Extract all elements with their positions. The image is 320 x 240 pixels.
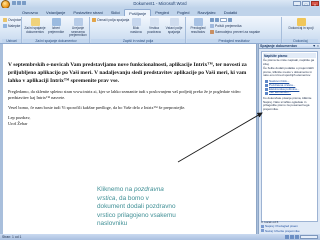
more-items-link[interactable]: Več elementov... (265, 91, 316, 95)
tab-razvijalec[interactable]: Razvijalec (193, 9, 219, 16)
record-number-input[interactable] (220, 18, 227, 22)
highlight-fields-button[interactable]: Označi polja spajanja (92, 18, 129, 22)
labels-button[interactable]: Nalepke (3, 24, 20, 28)
tab-pregled[interactable]: Pregled (151, 9, 173, 16)
greeting-line-button[interactable]: Vrstica pozdrava (145, 18, 163, 34)
group-write-insert: Označi polja spajanja Blok naslova Vrsti… (91, 17, 186, 43)
web-layout-icon[interactable] (295, 235, 299, 239)
greeting-line-icon (149, 18, 159, 26)
envelopes-button[interactable]: Ovojnice (3, 18, 21, 22)
document-workspace: V septembrskih e-novicah Vam predstavlja… (0, 44, 258, 240)
group-finish: Dokončaj in spoji Dokončaj (283, 17, 318, 43)
intro-paragraph[interactable]: V septembrskih e-novicah Vam predstavlja… (8, 62, 254, 85)
nav-record-controls[interactable] (210, 18, 232, 22)
preview-results-button[interactable]: Predogled rezultatov (188, 18, 208, 34)
tab-vstavljanje[interactable]: Vstavljanje (42, 9, 69, 16)
previous-record-icon[interactable] (215, 18, 219, 22)
edit-list-icon (73, 18, 83, 26)
minimize-button[interactable]: – (293, 0, 301, 6)
auto-check-errors-button[interactable]: Samodejno preveri za napake (210, 30, 260, 34)
group-label: Začni spajanje dokumentov (23, 38, 89, 43)
first-record-icon[interactable] (210, 18, 214, 22)
document-body[interactable]: V septembrskih e-novicah Vam predstavlja… (8, 62, 254, 127)
feedback-paragraph[interactable]: Vesel bomo, če nam boste tudi Vi sporoči… (8, 105, 254, 111)
view-controls (285, 235, 318, 239)
insert-merge-field-button[interactable]: Vstavi polje spajanja (163, 18, 185, 34)
document-icon (30, 18, 40, 26)
window-controls: – □ × (293, 0, 319, 6)
envelope-icon (3, 18, 7, 22)
zoom-slider[interactable] (300, 235, 318, 239)
mail-merge-pane: Spajanje dokumentov ▼ × Napišite pismo Č… (258, 44, 320, 234)
status-bar: Stran: 1 od 1 (0, 234, 320, 240)
start-merge-button[interactable]: Začni spajanje dokumentov (24, 18, 46, 34)
ribbon-tabs: Osnovno Vstavljanje Postavitev strani Sk… (0, 8, 320, 16)
check-errors-icon (210, 30, 214, 34)
edit-recipients-button[interactable]: Urejanje seznama prejemnikov (66, 18, 90, 38)
label-icon (3, 24, 7, 28)
group-label: Zapiši in vstavi polja (91, 38, 185, 43)
group-label: Dokončaj (283, 38, 318, 43)
group-label: Predogled rezultatov (187, 38, 281, 43)
signature[interactable]: Uroš Žebar (8, 121, 254, 127)
next-record-icon[interactable] (228, 18, 232, 22)
reading-layout-icon[interactable] (290, 235, 294, 239)
postage-icon (265, 87, 268, 91)
window-title: Dokument1 - Microsoft Word (133, 1, 187, 6)
tab-posiljanje[interactable]: Pošiljanje (124, 9, 152, 16)
document-page[interactable]: V septembrskih e-novicah Vam predstavlja… (3, 44, 257, 240)
address-block-icon (131, 18, 141, 26)
tab-pogled[interactable]: Pogled (173, 9, 193, 16)
title-bar: Dokument1 - Microsoft Word – □ × (0, 0, 320, 9)
pane-close-button[interactable]: ▼ × (312, 44, 319, 49)
print-layout-icon[interactable] (285, 235, 289, 239)
recipients-icon (51, 18, 61, 26)
pane-content: Napišite pismo Če pisma še niste napisal… (261, 51, 318, 222)
merge-field-icon (169, 18, 179, 26)
greeting-line-icon (265, 84, 268, 88)
address-block-icon (265, 80, 268, 84)
group-label: Ustvari (2, 38, 21, 43)
group-start-merge: Začni spajanje dokumentov Izberi prejemn… (23, 17, 90, 43)
find-recipient-button[interactable]: Poišči prejemnika (210, 24, 242, 28)
pane-header: Spajanje dokumentov ▼ × (259, 44, 320, 49)
find-icon (210, 24, 214, 28)
arrow-left-icon (261, 229, 264, 233)
ribbon: Ovojnice Nalepke Ustvari Začni spajanje … (0, 16, 320, 44)
group-preview: Predogled rezultatov Poišči prejemnika S… (187, 17, 282, 43)
preview-icon (193, 18, 203, 26)
previous-step-link[interactable]: Nazaj: Izberite prejemnike (261, 229, 318, 234)
finish-merge-icon (296, 18, 306, 26)
maximize-button[interactable]: □ (302, 0, 310, 6)
instruction-callout: Kliknemo na pozdravna vrstica, da bomo v… (94, 184, 180, 240)
select-recipients-button[interactable]: Izberi prejemnike (46, 18, 66, 34)
arrow-right-icon (261, 224, 264, 228)
group-ustvari: Ovojnice Nalepke Ustvari (2, 17, 22, 43)
finish-merge-button[interactable]: Dokončaj in spoji (287, 18, 315, 31)
pane-outro: Ko dokončate pisanje pisma, kliknite Nap… (263, 96, 312, 111)
tab-postavitev-strani[interactable]: Postavitev strani (69, 9, 106, 16)
page-count: Stran: 1 od 1 (2, 235, 22, 239)
pane-footer: 3. korak od 6 Naprej: Predogled pisem Na… (261, 220, 318, 234)
pane-intro-2: Če želite dodati podatke o prejemnikih p… (263, 66, 314, 78)
website-paragraph[interactable]: Pregledamo, da sklenite spletno stran ww… (8, 89, 254, 101)
tab-osnovno[interactable]: Osnovno (18, 9, 42, 16)
pane-links: Naslovni blok... Pozdravna vrstica... El… (263, 79, 316, 95)
highlight-icon (92, 18, 96, 22)
tab-sklici[interactable]: Sklici (107, 9, 124, 16)
tab-dodatki[interactable]: Dodatki (220, 9, 242, 16)
address-block-button[interactable]: Blok naslova (127, 18, 145, 34)
more-items-icon (265, 91, 268, 95)
close-button[interactable]: × (311, 0, 319, 6)
